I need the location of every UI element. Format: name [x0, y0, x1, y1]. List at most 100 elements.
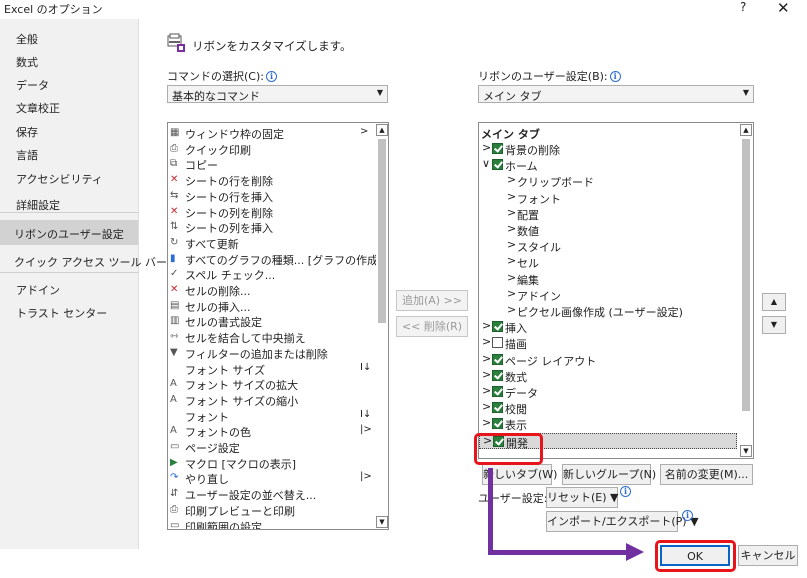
sidebar-item-customize-ribbon[interactable]: リボンのユーザー設定 [14, 226, 124, 242]
tab-checkbox[interactable] [492, 143, 503, 154]
ribbon-tree-item[interactable]: > 背景の削除 [479, 141, 737, 157]
command-list-item[interactable]: ⇆ シートの行を挿入 [168, 188, 373, 204]
tab-checkbox[interactable] [492, 369, 503, 381]
remove-button[interactable]: << 削除(R) [396, 316, 468, 337]
ribbon-tree-item[interactable]: > 数値 [479, 222, 737, 238]
tab-checkbox[interactable] [492, 402, 503, 414]
command-list-item[interactable]: ✓ スペル チェック... [168, 266, 373, 282]
sidebar-item-accessibility[interactable]: アクセシビリティ [16, 171, 103, 187]
chevron-right-icon[interactable]: > [482, 400, 491, 413]
info-icon[interactable]: i [609, 71, 621, 82]
ribbon-tree-item[interactable]: > 配置 [479, 206, 737, 222]
scroll-thumb[interactable] [378, 139, 386, 323]
command-list-item[interactable]: ⧉ コピー [168, 156, 373, 172]
info-icon[interactable]: i [620, 486, 631, 497]
ribbon-tree-item[interactable]: ∨ ホーム [479, 157, 737, 173]
add-button[interactable]: 追加(A) >> [396, 290, 468, 311]
command-list-item[interactable]: ✕ シートの行を削除 [168, 172, 373, 188]
ribbon-dropdown[interactable]: メイン タブ ▼ [478, 85, 754, 103]
ribbon-tree-item[interactable]: > 校閲 [479, 400, 737, 416]
chevron-right-icon[interactable]: > [482, 368, 491, 381]
chevron-right-icon[interactable]: > [507, 173, 516, 186]
move-down-button[interactable]: ▼ [762, 316, 786, 334]
chevron-right-icon[interactable]: > [482, 319, 491, 332]
command-list-item[interactable]: A フォントの色 |> [168, 423, 373, 439]
commands-list[interactable]: ▦ ウィンドウ枠の固定 > ⎙ クイック印刷 ⧉ コピー ✕ シートの行を削除 ⇆ シートの行を挿入… [167, 122, 389, 530]
scroll-up-button[interactable]: ▲ [376, 124, 388, 136]
scroll-down-button[interactable]: ▼ [740, 445, 752, 457]
ribbon-tree-item[interactable]: > セル [479, 254, 737, 270]
help-button[interactable]: ? [740, 0, 746, 14]
chevron-right-icon[interactable]: > [507, 222, 516, 235]
ribbon-tree-item[interactable]: > クリップボード [479, 173, 737, 189]
ribbon-tree-item[interactable]: > アドイン [479, 287, 737, 303]
sidebar-item-trust-center[interactable]: トラスト センター [16, 305, 107, 321]
commands-scrollbar[interactable]: ▲ ▼ [376, 123, 388, 529]
command-list-item[interactable]: ▶ マクロ [マクロの表示] [168, 455, 373, 471]
sidebar-item-general[interactable]: 全般 [16, 31, 38, 47]
chevron-right-icon[interactable]: > [507, 303, 516, 316]
ribbon-tree-item[interactable]: > 挿入 [479, 319, 737, 335]
chevron-right-icon[interactable]: > [482, 335, 491, 348]
commands-dropdown[interactable]: 基本的なコマンド ▼ [167, 85, 388, 103]
ribbon-tree-item[interactable]: > 編集 [479, 271, 737, 287]
chevron-right-icon[interactable]: > [482, 352, 491, 365]
chevron-right-icon[interactable]: > [482, 384, 491, 397]
rename-button[interactable]: 名前の変更(M)... [660, 464, 753, 485]
move-up-button[interactable]: ▲ [762, 293, 786, 311]
chevron-down-icon[interactable]: ∨ [482, 157, 490, 170]
ribbon-tree-item[interactable]: > フォント [479, 190, 737, 206]
sidebar-item-language[interactable]: 言語 [16, 147, 38, 163]
ribbon-tree-item[interactable]: > 表示 [479, 416, 737, 432]
command-list-item[interactable]: ↷ やり直し |> [168, 470, 373, 486]
import-export-button[interactable]: インポート/エクスポート(P) ▼ [546, 511, 699, 532]
sidebar-item-save[interactable]: 保存 [16, 124, 38, 140]
chevron-right-icon[interactable]: > [482, 416, 491, 429]
command-list-item[interactable]: ▼ フィルターの追加または削除 [168, 345, 373, 361]
chevron-right-icon[interactable]: > [482, 141, 491, 154]
info-icon[interactable]: i [682, 510, 693, 521]
command-list-item[interactable]: ▮ すべてのグラフの種類... [グラフの作成] [168, 251, 382, 267]
ribbon-tree-item[interactable]: > ピクセル画像作成 (ユーザー設定) [479, 303, 737, 319]
ribbon-scrollbar[interactable]: ▲ ▼ [740, 123, 752, 458]
command-list-item[interactable]: A フォント サイズの拡大 [168, 376, 373, 392]
ribbon-tree[interactable]: メイン タブ > 背景の削除 ∨ ホーム > クリップボード > フォント > 配置 > 数値 > スタイ… [478, 122, 754, 459]
info-icon[interactable]: i [265, 71, 277, 82]
command-list-item[interactable]: ▤ セルの挿入... [168, 298, 373, 314]
chevron-right-icon[interactable]: > [507, 206, 516, 219]
command-list-item[interactable]: A フォント サイズの縮小 [168, 392, 373, 408]
command-list-item[interactable]: ⎙ 印刷プレビューと印刷 [168, 502, 373, 518]
command-list-item[interactable]: ▭ ページ設定 [168, 439, 373, 455]
sidebar-item-proofing[interactable]: 文章校正 [16, 100, 60, 116]
sidebar-item-advanced[interactable]: 詳細設定 [16, 197, 60, 213]
command-list-item[interactable]: ⇵ ユーザー設定の並べ替え... [168, 486, 373, 502]
command-list-item[interactable]: ⎙ クイック印刷 [168, 141, 373, 157]
tab-checkbox[interactable] [492, 337, 503, 349]
command-list-item[interactable]: ⇿ セルを結合して中央揃え [168, 329, 373, 345]
chevron-right-icon[interactable]: > [507, 254, 516, 267]
tab-checkbox[interactable] [492, 386, 503, 397]
command-list-item[interactable]: ▭ 印刷範囲の設定 [168, 518, 373, 530]
command-list-item[interactable]: フォント サイズ I↓ [168, 361, 373, 377]
ribbon-tree-item[interactable]: > スタイル [479, 238, 737, 254]
scroll-up-button[interactable]: ▲ [740, 124, 752, 136]
tab-checkbox[interactable] [492, 353, 503, 365]
cancel-button[interactable]: キャンセル [738, 545, 798, 566]
command-list-item[interactable]: ↻ すべて更新 [168, 235, 373, 251]
new-group-button[interactable]: 新しいグループ(N) [562, 464, 656, 485]
tab-checkbox[interactable] [492, 159, 503, 171]
sidebar-item-data[interactable]: データ [16, 77, 49, 93]
sidebar-item-addins[interactable]: アドイン [16, 282, 60, 298]
command-list-item[interactable]: ✕ セルの削除... [168, 282, 373, 298]
sidebar-item-quick-access-toolbar[interactable]: クイック アクセス ツール バー [14, 254, 167, 270]
scroll-thumb[interactable] [742, 139, 750, 411]
ribbon-tree-item[interactable]: > 描画 [479, 335, 737, 351]
command-list-item[interactable]: フォント I↓ [168, 408, 373, 424]
command-list-item[interactable]: ▥ セルの書式設定 [168, 313, 373, 329]
close-button[interactable]: ✕ [777, 0, 790, 17]
command-list-item[interactable]: ▦ ウィンドウ枠の固定 > [168, 125, 373, 141]
command-list-item[interactable]: ⇅ シートの列を挿入 [168, 219, 373, 235]
sidebar-item-formulas[interactable]: 数式 [16, 54, 38, 70]
ribbon-tree-item[interactable]: > データ [479, 384, 737, 400]
ribbon-tree-item[interactable]: > ページ レイアウト [479, 352, 737, 368]
